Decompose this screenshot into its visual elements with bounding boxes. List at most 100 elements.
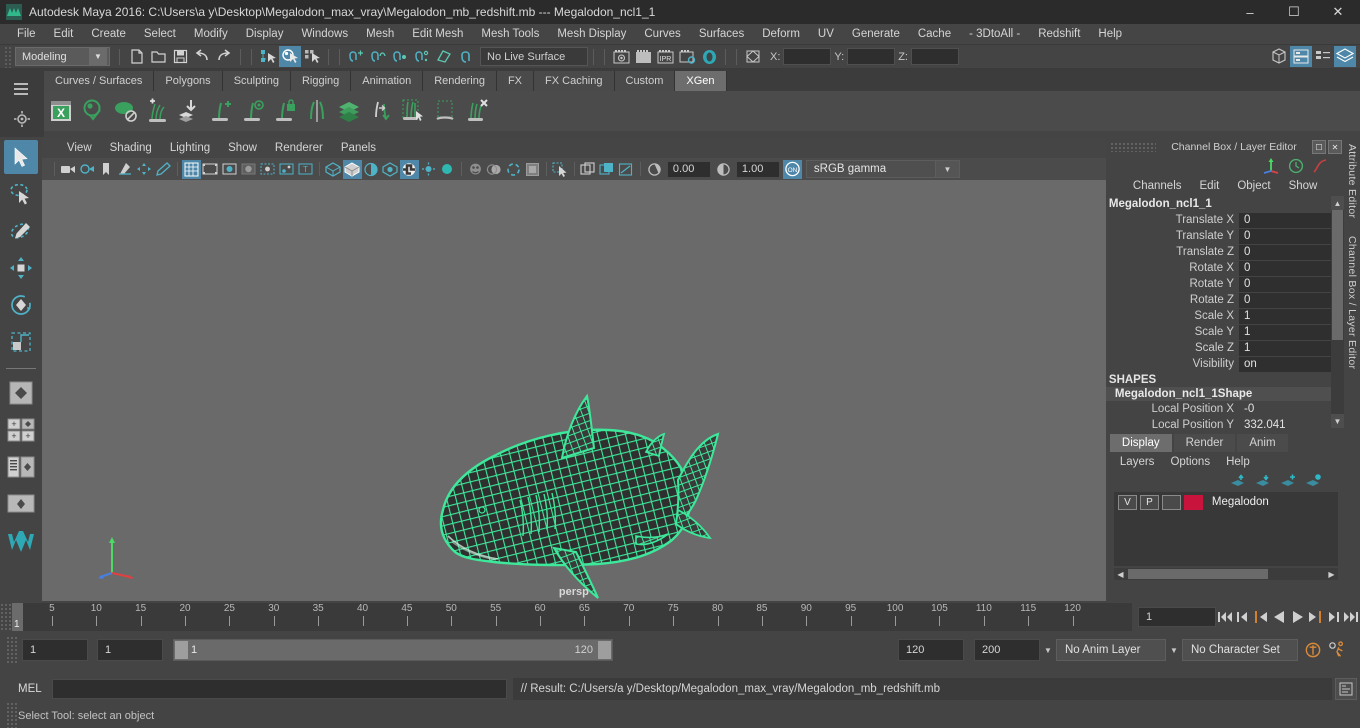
channel-row-scale-y[interactable]: Scale Y 1	[1106, 324, 1344, 340]
xgen-preview-icon[interactable]	[78, 95, 108, 127]
viewport-menu-panels[interactable]: Panels	[332, 138, 385, 158]
layer-menu-help[interactable]: Help	[1218, 452, 1258, 472]
exposure-icon[interactable]	[645, 160, 664, 179]
playback-end-time-field[interactable]: 120	[898, 639, 964, 661]
playback-start-time-field[interactable]: 1	[97, 639, 163, 661]
coord-y-input[interactable]	[847, 48, 896, 65]
shelf-tab-custom[interactable]: Custom	[614, 71, 676, 91]
multisample-aa-icon[interactable]	[504, 160, 523, 179]
xgen-transfer-guide-icon[interactable]	[366, 95, 396, 127]
show-hide-tool-settings-button[interactable]	[1312, 46, 1334, 67]
camera-attributes-icon[interactable]	[78, 160, 97, 179]
render-current-frame-button[interactable]	[610, 46, 632, 67]
xgen-region-icon[interactable]	[430, 95, 460, 127]
channel-value[interactable]: 0	[1239, 228, 1344, 244]
command-language-label[interactable]: MEL	[18, 683, 42, 695]
shelf-tab-rigging[interactable]: Rigging	[290, 71, 352, 91]
xgen-add-guide-icon[interactable]	[206, 95, 236, 127]
menu-set-selector[interactable]: Modeling ▼	[15, 47, 110, 66]
shelf-settings-gear-icon[interactable]	[13, 110, 31, 128]
use-lights-icon[interactable]	[419, 160, 438, 179]
channel-box-scrollbar[interactable]: ▲ ▼	[1331, 196, 1344, 428]
menu-mesh[interactable]: Mesh	[357, 24, 403, 45]
step-forward-keyframe-icon[interactable]	[1324, 606, 1342, 628]
redshift-render-button[interactable]	[698, 46, 720, 67]
outliner-persp-layout-button[interactable]	[4, 450, 38, 484]
chevron-down-icon[interactable]: ▼	[935, 160, 960, 178]
scrollbar-thumb[interactable]	[1127, 569, 1268, 579]
statusline-grip[interactable]	[4, 45, 12, 68]
range-end-handle[interactable]	[598, 641, 611, 659]
channel-value[interactable]: 0	[1239, 276, 1344, 292]
redo-button[interactable]	[213, 46, 235, 67]
select-by-hierarchy-button[interactable]	[257, 46, 279, 67]
script-editor-button[interactable]	[1335, 678, 1357, 700]
menu-cache[interactable]: Cache	[909, 24, 960, 45]
channel-box-shape-name[interactable]: Megalodon_ncl1_1Shape	[1105, 387, 1344, 401]
depth-of-field-icon[interactable]	[523, 160, 542, 179]
motion-blur-icon[interactable]	[485, 160, 504, 179]
xgen-select-guides-icon[interactable]	[398, 95, 428, 127]
viewport-menu-view[interactable]: View	[58, 138, 101, 158]
snap-to-grid-button[interactable]	[345, 46, 367, 67]
viewport-menu-lighting[interactable]: Lighting	[161, 138, 219, 158]
create-empty-layer-icon[interactable]	[1280, 474, 1297, 488]
channel-value[interactable]: 1	[1239, 340, 1344, 356]
select-by-object-type-button[interactable]	[279, 46, 301, 67]
shelf-tab-animation[interactable]: Animation	[351, 71, 424, 91]
step-back-keyframe-icon[interactable]	[1234, 606, 1252, 628]
channel-value[interactable]: on	[1239, 356, 1344, 372]
texture-display-icon[interactable]	[381, 160, 400, 179]
shaded-wireframe-icon[interactable]	[362, 160, 381, 179]
layer-list-horizontal-scrollbar[interactable]: ◀ ▶	[1113, 568, 1338, 580]
color-profile-selector[interactable]: sRGB gamma	[805, 160, 936, 178]
panel-grip[interactable]	[1109, 142, 1156, 152]
channel-row-rotate-y[interactable]: Rotate Y 0	[1106, 276, 1344, 292]
play-backwards-icon[interactable]	[1270, 606, 1288, 628]
render-sequence-button[interactable]	[632, 46, 654, 67]
viewport-menu-renderer[interactable]: Renderer	[266, 138, 332, 158]
move-layer-up-icon[interactable]	[1230, 474, 1247, 488]
text-overlay-icon[interactable]: T	[296, 160, 315, 179]
shelf-tab-rendering[interactable]: Rendering	[423, 71, 497, 91]
tab-attribute-editor[interactable]: Attribute Editor	[1346, 144, 1358, 218]
command-input-field[interactable]	[51, 679, 507, 699]
xray-mode-icon[interactable]	[579, 160, 598, 179]
scroll-right-arrow-icon[interactable]: ▶	[1325, 568, 1338, 580]
menu-generate[interactable]: Generate	[843, 24, 909, 45]
channel-row-rotate-x[interactable]: Rotate X 0	[1106, 260, 1344, 276]
paint-select-tool-button[interactable]	[4, 214, 38, 248]
tab-render[interactable]: Render	[1173, 434, 1236, 452]
anim-end-time-field[interactable]: 200	[974, 639, 1040, 661]
snap-to-view-plane-button[interactable]	[433, 46, 455, 67]
graph-curve-icon[interactable]	[1312, 158, 1328, 174]
gamma-icon[interactable]	[714, 160, 733, 179]
wireframe-shading-icon[interactable]	[324, 160, 343, 179]
show-hide-attribute-editor-button[interactable]	[1290, 46, 1312, 67]
go-to-end-icon[interactable]	[1342, 606, 1360, 628]
layer-color-swatch[interactable]	[1183, 494, 1203, 510]
current-frame-field[interactable]: 1	[1138, 607, 1216, 627]
minimize-button[interactable]: –	[1228, 0, 1272, 24]
chevron-down-icon[interactable]: ▼	[1040, 639, 1056, 661]
xgen-editor-icon[interactable]: X	[46, 95, 76, 127]
layer-row-megalodon[interactable]: V P Megalodon	[1114, 492, 1338, 512]
range-start-handle[interactable]	[175, 641, 188, 659]
channel-value[interactable]: -0	[1239, 402, 1344, 417]
isolate-select-icon[interactable]	[551, 160, 570, 179]
menu-mesh-tools[interactable]: Mesh Tools	[472, 24, 548, 45]
menu-deform[interactable]: Deform	[753, 24, 809, 45]
current-time-indicator[interactable]: 1	[12, 603, 23, 631]
film-gate-icon[interactable]	[201, 160, 220, 179]
undo-button[interactable]	[191, 46, 213, 67]
menu-edit[interactable]: Edit	[45, 24, 83, 45]
megalodon-shark-wireframe-mesh[interactable]	[42, 180, 1106, 601]
channel-box-menu-object[interactable]: Object	[1228, 176, 1279, 196]
menu-help[interactable]: Help	[1089, 24, 1131, 45]
range-slider-grip[interactable]	[6, 636, 18, 664]
timeline-grip[interactable]	[0, 603, 12, 631]
xgen-lock-guide-icon[interactable]	[270, 95, 300, 127]
bookmark-icon[interactable]	[97, 160, 116, 179]
tab-display[interactable]: Display	[1109, 434, 1172, 452]
menu-curves[interactable]: Curves	[635, 24, 689, 45]
